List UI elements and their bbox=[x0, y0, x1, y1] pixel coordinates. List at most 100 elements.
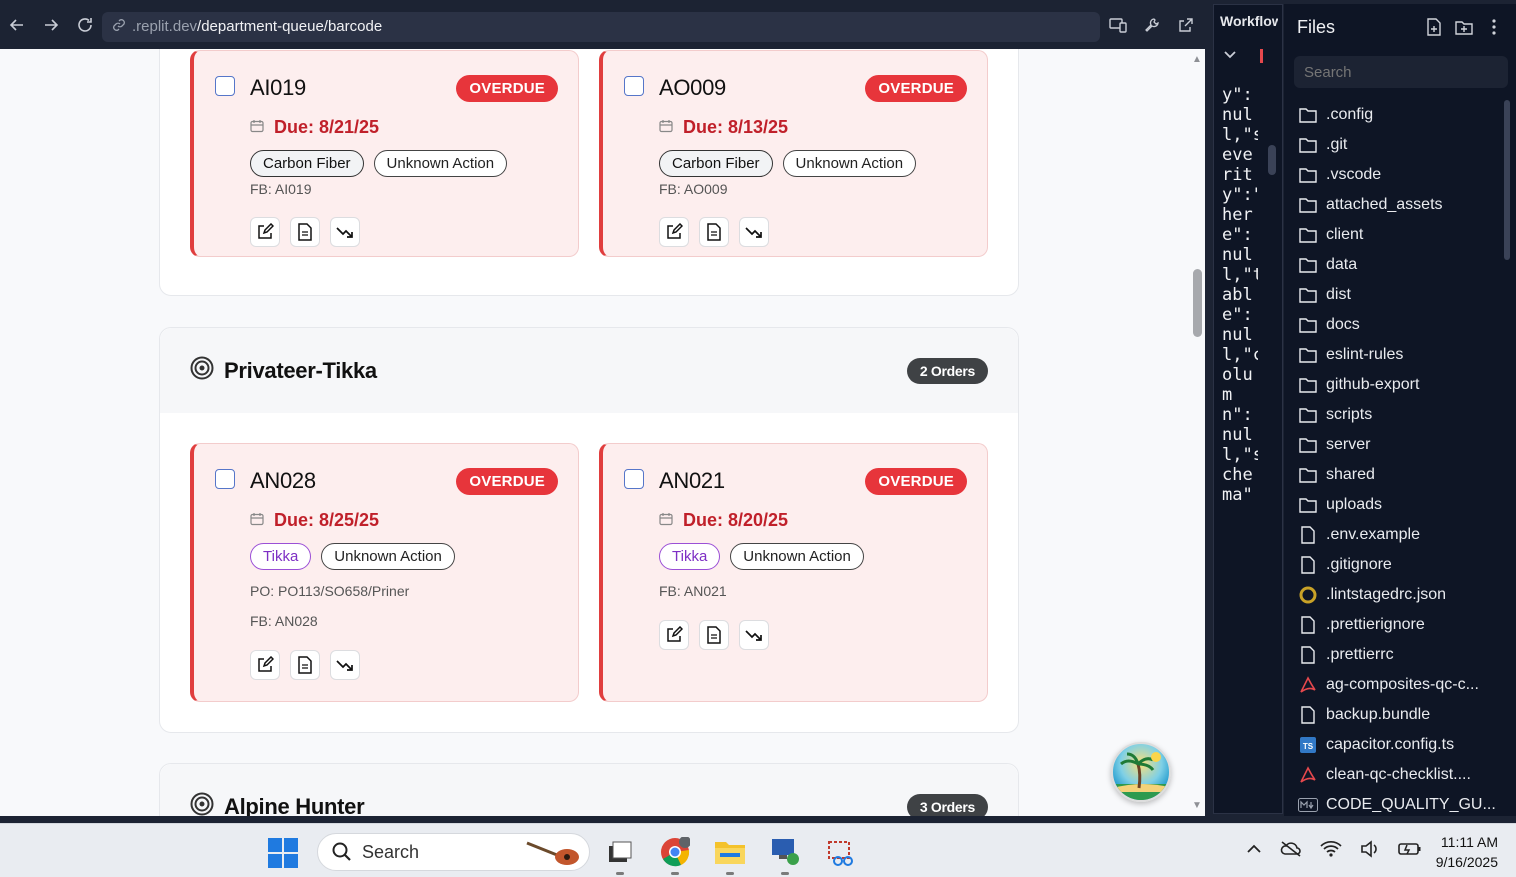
file-tree-item[interactable]: uploads bbox=[1298, 490, 1508, 520]
file-tree-item-label: .git bbox=[1326, 136, 1348, 153]
chevron-up-icon[interactable] bbox=[1246, 840, 1262, 863]
fb-number: FB: AN021 bbox=[659, 583, 727, 599]
file-tree-item[interactable]: .gitignore bbox=[1298, 550, 1508, 580]
order-card[interactable]: AN021 OVERDUE Due: 8/20/25 Tikka Unknown… bbox=[599, 443, 988, 702]
new-file-icon[interactable] bbox=[1424, 16, 1444, 38]
trend-down-icon[interactable] bbox=[739, 217, 769, 247]
file-tree-item[interactable]: .config bbox=[1298, 100, 1508, 130]
file-tree-item[interactable]: scripts bbox=[1298, 400, 1508, 430]
file-tree-item[interactable]: client bbox=[1298, 220, 1508, 250]
edit-icon[interactable] bbox=[659, 217, 689, 247]
select-checkbox[interactable] bbox=[624, 469, 644, 489]
chevron-down-icon[interactable] bbox=[1224, 47, 1236, 62]
volume-icon[interactable] bbox=[1360, 840, 1380, 863]
file-tree-item[interactable]: .lintstagedrc.json bbox=[1298, 580, 1508, 610]
edit-icon[interactable] bbox=[250, 217, 280, 247]
group-header[interactable]: Privateer-Tikka 2 Orders bbox=[160, 328, 1018, 413]
running-indicator bbox=[726, 872, 734, 875]
workflow-pane: Workflows y":null,"severity":","where":n… bbox=[1213, 4, 1283, 814]
tag-list: Tikka Unknown Action bbox=[659, 543, 864, 570]
task-view-icon[interactable] bbox=[604, 836, 636, 875]
edit-icon[interactable] bbox=[659, 620, 689, 650]
wifi-icon[interactable] bbox=[1320, 840, 1342, 863]
windows-start-icon[interactable] bbox=[268, 838, 298, 873]
select-checkbox[interactable] bbox=[215, 76, 235, 96]
scroll-up-icon[interactable]: ▲ bbox=[1191, 54, 1203, 65]
file-tree-item[interactable]: .prettierignore bbox=[1298, 610, 1508, 640]
file-tree-item[interactable]: docs bbox=[1298, 310, 1508, 340]
file-tree-item[interactable]: TS capacitor.config.ts bbox=[1298, 730, 1508, 760]
file-tree-item[interactable]: backup.bundle bbox=[1298, 700, 1508, 730]
trend-down-icon[interactable] bbox=[739, 620, 769, 650]
document-icon[interactable] bbox=[290, 650, 320, 680]
reload-icon[interactable] bbox=[68, 8, 102, 42]
workflow-scrollbar[interactable] bbox=[1268, 145, 1276, 175]
order-count-badge: 2 Orders bbox=[906, 357, 988, 384]
open-external-icon[interactable] bbox=[1175, 14, 1197, 36]
file-tree-item[interactable]: .prettierrc bbox=[1298, 640, 1508, 670]
new-folder-icon[interactable] bbox=[1454, 16, 1474, 38]
file-tree-item[interactable]: attached_assets bbox=[1298, 190, 1508, 220]
group-header[interactable]: Alpine Hunter 3 Orders bbox=[160, 764, 1018, 816]
link-icon bbox=[112, 18, 126, 37]
files-search-input[interactable] bbox=[1294, 56, 1508, 88]
wrench-icon[interactable] bbox=[1141, 14, 1163, 36]
order-card[interactable]: AN028 OVERDUE Due: 8/25/25 Tikka Unknown… bbox=[190, 443, 579, 702]
workflow-title[interactable]: Workflows bbox=[1220, 13, 1278, 29]
due-date: Due: 8/13/25 bbox=[659, 117, 788, 138]
edit-icon[interactable] bbox=[250, 650, 280, 680]
trend-down-icon[interactable] bbox=[330, 217, 360, 247]
order-card[interactable]: AI019 OVERDUE Due: 8/21/25 Carbon Fiber … bbox=[190, 50, 579, 257]
taskbar-search[interactable]: Search bbox=[317, 833, 590, 871]
url-tools bbox=[1107, 14, 1197, 36]
customer-group: Privateer-Tikka 2 Orders AN028 OVERDUE D… bbox=[159, 327, 1019, 733]
svg-text:TS: TS bbox=[1303, 742, 1314, 751]
battery-icon[interactable] bbox=[1398, 840, 1422, 863]
files-scrollbar[interactable] bbox=[1504, 100, 1510, 260]
select-checkbox[interactable] bbox=[624, 76, 644, 96]
file-tree-item[interactable]: github-export bbox=[1298, 370, 1508, 400]
assistant-avatar-button[interactable] bbox=[1111, 742, 1171, 802]
back-icon[interactable] bbox=[0, 8, 34, 42]
address-input[interactable]: .replit.dev/department-queue/barcode bbox=[102, 12, 1100, 42]
trend-down-icon[interactable] bbox=[330, 650, 360, 680]
file-tree-item[interactable]: .git bbox=[1298, 130, 1508, 160]
order-card[interactable]: AO009 OVERDUE Due: 8/13/25 Carbon Fiber … bbox=[599, 50, 988, 257]
system-tray bbox=[1246, 840, 1422, 863]
calendar-icon bbox=[659, 510, 673, 531]
markdown-icon bbox=[1298, 798, 1318, 812]
chrome-icon[interactable] bbox=[659, 836, 691, 875]
page-scrollbar[interactable]: ▲ ▼ bbox=[1189, 49, 1205, 816]
snipping-tool-icon[interactable] bbox=[825, 836, 857, 868]
file-tree-item[interactable]: ag-composites-qc-c... bbox=[1298, 670, 1508, 700]
remote-desktop-icon[interactable] bbox=[769, 836, 801, 875]
file-tree-item[interactable]: CODE_QUALITY_GU... bbox=[1298, 790, 1508, 820]
customer-group: Alpine Hunter 3 Orders bbox=[159, 763, 1019, 816]
forward-icon[interactable] bbox=[34, 8, 68, 42]
file-icon bbox=[1298, 706, 1318, 724]
more-options-icon[interactable] bbox=[1484, 16, 1504, 38]
file-tree-item[interactable]: .env.example bbox=[1298, 520, 1508, 550]
tag-list: Carbon Fiber Unknown Action bbox=[659, 150, 917, 177]
document-icon[interactable] bbox=[290, 217, 320, 247]
customer-group: AI019 OVERDUE Due: 8/21/25 Carbon Fiber … bbox=[159, 49, 1019, 296]
document-icon[interactable] bbox=[699, 217, 729, 247]
file-tree-item[interactable]: clean-qc-checklist.... bbox=[1298, 760, 1508, 790]
system-clock[interactable]: 11:11 AM 9/16/2025 bbox=[1436, 832, 1498, 872]
running-indicator bbox=[781, 872, 789, 875]
scroll-thumb[interactable] bbox=[1193, 269, 1202, 337]
select-checkbox[interactable] bbox=[215, 469, 235, 489]
file-tree-item-label: server bbox=[1326, 436, 1371, 453]
order-count-badge: 3 Orders bbox=[906, 793, 988, 816]
file-tree-item[interactable]: .vscode bbox=[1298, 160, 1508, 190]
file-tree-item[interactable]: eslint-rules bbox=[1298, 340, 1508, 370]
file-tree-item[interactable]: data bbox=[1298, 250, 1508, 280]
document-icon[interactable] bbox=[699, 620, 729, 650]
devices-icon[interactable] bbox=[1107, 14, 1129, 36]
file-tree-item[interactable]: shared bbox=[1298, 460, 1508, 490]
file-tree-item[interactable]: dist bbox=[1298, 280, 1508, 310]
file-explorer-icon[interactable] bbox=[714, 836, 746, 875]
scroll-down-icon[interactable]: ▼ bbox=[1191, 800, 1203, 811]
file-tree-item[interactable]: server bbox=[1298, 430, 1508, 460]
cloud-offline-icon[interactable] bbox=[1280, 840, 1302, 863]
